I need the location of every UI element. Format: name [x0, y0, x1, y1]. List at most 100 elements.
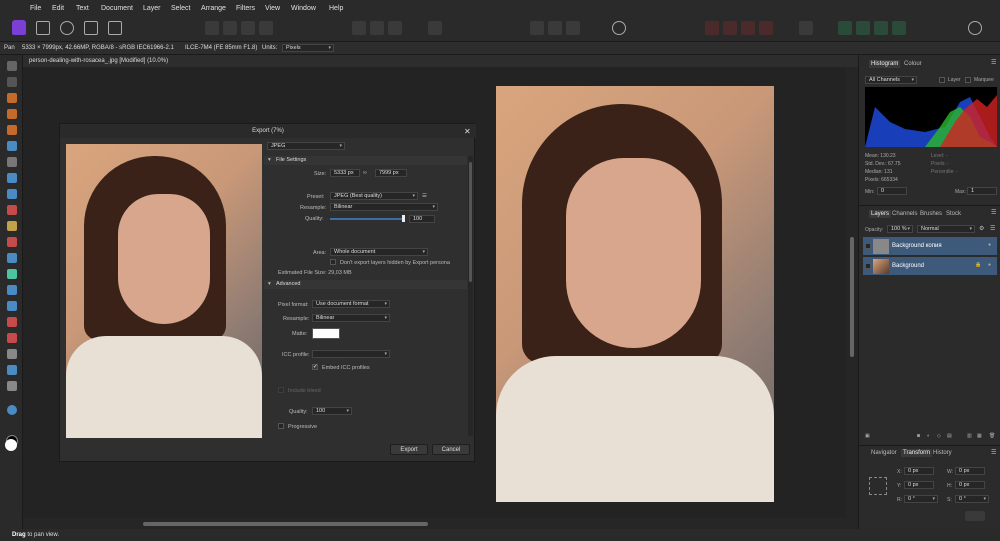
tab-histogram[interactable]: Histogram: [869, 60, 901, 68]
paint-brush-icon[interactable]: [7, 189, 17, 199]
delete-layer-icon[interactable]: 🗑: [989, 433, 995, 439]
rotate-icon[interactable]: [566, 21, 580, 35]
dodge-brush-icon[interactable]: [7, 221, 17, 231]
panel-menu-icon[interactable]: ☰: [991, 59, 996, 66]
marquee-mode3-icon[interactable]: [388, 21, 402, 35]
marquee-mode-icon[interactable]: [352, 21, 366, 35]
tab-layers[interactable]: Layers: [869, 210, 892, 218]
add-group-icon[interactable]: ▥: [967, 433, 972, 439]
close-icon[interactable]: ✕: [464, 127, 471, 136]
units-select[interactable]: Pixels: [282, 44, 334, 52]
tab-stock[interactable]: Stock: [946, 211, 961, 217]
resample2-select[interactable]: Bilinear: [312, 314, 390, 322]
develop-persona-icon[interactable]: [60, 21, 74, 35]
min-field[interactable]: 0: [877, 187, 907, 195]
menu-arrange[interactable]: Arrange: [201, 5, 226, 12]
settings-scroll-thumb[interactable]: [469, 162, 472, 282]
insert-behind-icon[interactable]: [705, 21, 719, 35]
height-field[interactable]: 7999 px: [375, 169, 407, 177]
red-eye-icon[interactable]: [7, 301, 17, 311]
layer-copy-icon[interactable]: ▣: [865, 433, 870, 439]
blend-mode-select[interactable]: Normal: [917, 225, 975, 233]
cancel-button[interactable]: Cancel: [432, 444, 470, 455]
marquee-tool-icon[interactable]: [7, 157, 17, 167]
flood-select-icon[interactable]: [7, 141, 17, 151]
transform-lock-icon[interactable]: [965, 511, 985, 521]
mesh-warp-icon[interactable]: [7, 317, 17, 327]
anchor-selector-icon[interactable]: [869, 477, 887, 495]
include-bleed-checkbox[interactable]: [278, 387, 284, 393]
marquee-checkbox[interactable]: [965, 77, 971, 83]
y-field[interactable]: 0 px: [904, 481, 934, 489]
arrange-icon[interactable]: [759, 21, 773, 35]
shape-tool-icon[interactable]: [7, 349, 17, 359]
link-icon[interactable]: ∞: [363, 170, 367, 176]
menu-filters[interactable]: Filters: [236, 5, 255, 12]
settings-scrollbar[interactable]: [468, 156, 473, 436]
snapping-icon[interactable]: [799, 21, 813, 35]
tab-channels[interactable]: Channels: [892, 211, 917, 217]
icc-select[interactable]: ICC profile:: [312, 350, 390, 358]
tab-history[interactable]: History: [933, 450, 952, 456]
menu-text[interactable]: Text: [76, 5, 89, 12]
horizontal-scrollbar[interactable]: [23, 518, 858, 529]
pixel-layer-icon[interactable]: ▤: [947, 433, 952, 439]
transform-menu-icon[interactable]: ☰: [991, 449, 996, 456]
menu-view[interactable]: View: [265, 5, 280, 12]
add-layer-icon[interactable]: ▦: [977, 433, 982, 439]
insert-top-icon[interactable]: [723, 21, 737, 35]
view-tool-icon[interactable]: [7, 61, 17, 71]
user-icon[interactable]: [968, 21, 982, 35]
w-field[interactable]: 0 px: [955, 467, 985, 475]
adjustment-icon[interactable]: ◐: [927, 433, 930, 439]
selection-mode-icon[interactable]: [428, 21, 442, 35]
blur-brush-icon[interactable]: [7, 253, 17, 263]
zoom-tool-icon[interactable]: [7, 405, 17, 415]
live-filter-icon[interactable]: ◇: [937, 433, 941, 439]
export-button[interactable]: Export: [390, 444, 428, 455]
hidden-layers-checkbox[interactable]: [330, 259, 336, 265]
colour-picker-icon[interactable]: [7, 93, 17, 103]
pen-tool-icon[interactable]: [7, 333, 17, 343]
layer-settings-icon[interactable]: ⚙: [979, 225, 984, 232]
menu-help[interactable]: Help: [329, 5, 343, 12]
area-select[interactable]: Whole document: [330, 248, 428, 256]
assistant-icon[interactable]: [612, 21, 626, 35]
channel-select[interactable]: All Channels: [865, 76, 917, 84]
tab-colour[interactable]: Colour: [904, 61, 922, 67]
group-icon[interactable]: [892, 21, 906, 35]
progressive-checkbox[interactable]: [278, 423, 284, 429]
vertical-scrollbar[interactable]: [846, 67, 858, 518]
layer-mask-icon[interactable]: ◙: [917, 433, 920, 439]
menu-select[interactable]: Select: [171, 5, 190, 12]
refine-icon[interactable]: [856, 21, 870, 35]
auto-colour-icon[interactable]: [241, 21, 255, 35]
tab-navigator[interactable]: Navigator: [871, 450, 897, 456]
text-tool-icon[interactable]: [7, 365, 17, 375]
pixel-format-select[interactable]: Use document format: [312, 300, 390, 308]
insert-inside-icon[interactable]: [741, 21, 755, 35]
flip-icon[interactable]: [548, 21, 562, 35]
vscroll-thumb[interactable]: [850, 237, 854, 357]
primary-colour-swatch[interactable]: [5, 439, 17, 451]
advanced-header[interactable]: Advanced: [264, 280, 467, 289]
max-field[interactable]: 1: [967, 187, 997, 195]
erase-brush-icon[interactable]: [7, 205, 17, 215]
format-select[interactable]: JPEG: [267, 142, 345, 150]
align-icon[interactable]: [530, 21, 544, 35]
flood-fill-icon[interactable]: [7, 173, 17, 183]
quick-mask-icon[interactable]: [838, 21, 852, 35]
export-persona-icon[interactable]: [108, 21, 122, 35]
auto-white-balance-icon[interactable]: [259, 21, 273, 35]
rotation-field[interactable]: 0 °: [904, 495, 938, 503]
healing-brush-icon[interactable]: [7, 285, 17, 295]
file-settings-header[interactable]: File Settings: [264, 156, 467, 165]
x-field[interactable]: 0 px: [904, 467, 934, 475]
layer-options-icon[interactable]: ☰: [990, 225, 995, 232]
marquee-mode2-icon[interactable]: [370, 21, 384, 35]
inpainting-brush-icon[interactable]: [7, 269, 17, 279]
preset-menu-icon[interactable]: ☰: [422, 193, 427, 199]
opacity-field[interactable]: 100 %: [887, 225, 913, 233]
quality-slider[interactable]: [330, 218, 405, 220]
move-tool-icon[interactable]: [7, 77, 17, 87]
